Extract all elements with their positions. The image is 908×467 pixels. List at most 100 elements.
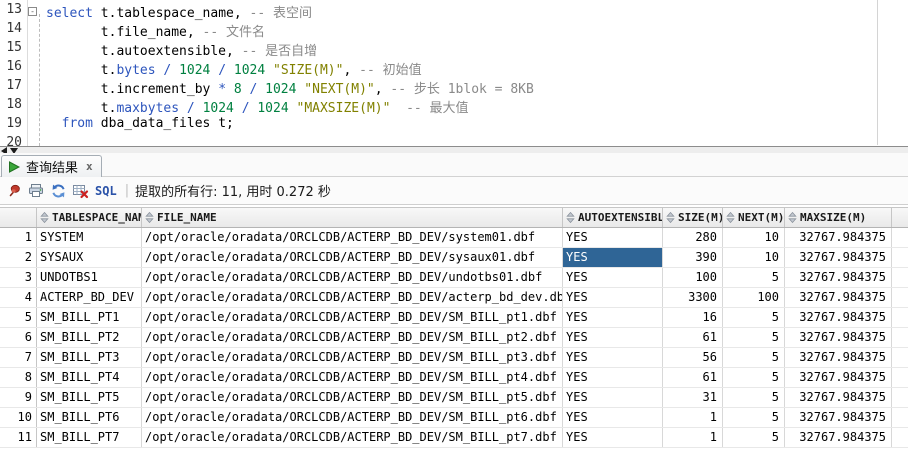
grid-cell[interactable]: 5 [723,368,785,387]
pin-icon[interactable] [3,181,25,201]
grid-cell[interactable]: 5 [723,388,785,407]
grid-cell[interactable]: 32767.984375 [785,428,892,447]
code-area[interactable]: select t.tablespace_name, -- 表空间 t.file_… [46,2,534,146]
grid-cell[interactable]: 100 [723,288,785,307]
grid-cell[interactable]: 32767.984375 [785,328,892,347]
grid-cell[interactable]: 5 [723,268,785,287]
grid-cell[interactable]: /opt/oracle/oradata/ORCLCDB/ACTERP_BD_DE… [142,368,563,387]
grid-cell[interactable]: SM_BILL_PT6 [37,408,142,427]
grid-cell[interactable]: YES [563,368,663,387]
table-row[interactable]: 7SM_BILL_PT3/opt/oracle/oradata/ORCLCDB/… [0,348,908,368]
grid-cell[interactable]: SM_BILL_PT1 [37,308,142,327]
grid-cell[interactable]: 1 [663,428,723,447]
table-row[interactable]: 10SM_BILL_PT6/opt/oracle/oradata/ORCLCDB… [0,408,908,428]
grid-cell[interactable]: 5 [723,408,785,427]
sql-editor[interactable]: 1314151617181920 select t.tablespace_nam… [0,0,908,146]
grid-cell[interactable]: /opt/oracle/oradata/ORCLCDB/ACTERP_BD_DE… [142,388,563,407]
column-header-maxsize-m-[interactable]: MAXSIZE(M) [785,208,892,227]
grid-cell[interactable]: /opt/oracle/oradata/ORCLCDB/ACTERP_BD_DE… [142,328,563,347]
grid-cell[interactable]: 31 [663,388,723,407]
grid-cell[interactable]: YES [563,408,663,427]
grid-cell[interactable]: 1 [663,408,723,427]
grid-cell[interactable]: 32767.984375 [785,288,892,307]
grid-cell[interactable]: /opt/oracle/oradata/ORCLCDB/ACTERP_BD_DE… [142,428,563,447]
printer-icon[interactable] [25,181,47,201]
table-row[interactable]: 9SM_BILL_PT5/opt/oracle/oradata/ORCLCDB/… [0,388,908,408]
grid-cell[interactable]: 32767.984375 [785,308,892,327]
table-row[interactable]: 2SYSAUX/opt/oracle/oradata/ORCLCDB/ACTER… [0,248,908,268]
grid-cell[interactable]: 5 [723,308,785,327]
grid-cell[interactable]: YES [563,428,663,447]
grid-cell[interactable]: 5 [723,328,785,347]
sql-worksheet-button[interactable]: SQL [91,184,123,198]
pane-splitter[interactable] [0,146,908,153]
grid-cell[interactable]: YES [563,308,663,327]
grid-cell[interactable]: YES [563,348,663,367]
grid-cell[interactable]: 32767.984375 [785,248,892,267]
grid-cell[interactable]: SYSAUX [37,248,142,267]
table-row[interactable]: 3UNDOTBS1/opt/oracle/oradata/ORCLCDB/ACT… [0,268,908,288]
grid-cell[interactable]: 10 [723,248,785,267]
grid-cell[interactable]: YES [563,268,663,287]
table-row[interactable]: 1SYSTEM/opt/oracle/oradata/ORCLCDB/ACTER… [0,228,908,248]
grid-cell[interactable]: ACTERP_BD_DEV [37,288,142,307]
grid-cell[interactable]: 32767.984375 [785,388,892,407]
grid-cell[interactable]: 56 [663,348,723,367]
grid-cell[interactable]: YES [563,388,663,407]
tab-close-icon[interactable]: x [84,160,93,173]
grid-cell[interactable]: YES [563,228,663,247]
grid-cell[interactable]: 16 [663,308,723,327]
grid-cell[interactable]: /opt/oracle/oradata/ORCLCDB/ACTERP_BD_DE… [142,408,563,427]
grid-cell[interactable]: 32767.984375 [785,268,892,287]
grid-cell[interactable]: 5 [723,348,785,367]
grid-cell[interactable]: 61 [663,328,723,347]
code-token-pl [265,63,273,78]
grid-cell[interactable]: 10 [723,228,785,247]
column-header-autoextensible[interactable]: AUTOEXTENSIBLE [563,208,663,227]
column-header-size-m-[interactable]: SIZE(M) [663,208,723,227]
grid-cell[interactable]: SM_BILL_PT5 [37,388,142,407]
grid-cell[interactable]: 32767.984375 [785,408,892,427]
grid-cell[interactable]: 5 [723,428,785,447]
column-header-file-name[interactable]: FILE_NAME [142,208,563,227]
grid-cell[interactable]: 3300 [663,288,723,307]
grid-cell[interactable]: /opt/oracle/oradata/ORCLCDB/ACTERP_BD_DE… [142,308,563,327]
code-fold-icon[interactable]: - [28,7,37,16]
grid-cell[interactable]: 280 [663,228,723,247]
grid-cell[interactable]: UNDOTBS1 [37,268,142,287]
toolbar-separator: | [123,183,135,198]
grid-cell[interactable]: 32767.984375 [785,348,892,367]
grid-cell[interactable]: SM_BILL_PT4 [37,368,142,387]
table-row[interactable]: 11SM_BILL_PT7/opt/oracle/oradata/ORCLCDB… [0,428,908,448]
refresh-icon[interactable] [47,181,69,201]
table-row[interactable]: 8SM_BILL_PT4/opt/oracle/oradata/ORCLCDB/… [0,368,908,388]
grid-cell[interactable]: 32767.984375 [785,368,892,387]
grid-cell[interactable]: SYSTEM [37,228,142,247]
grid-cell[interactable]: YES [563,248,663,267]
code-line: t.file_name, -- 文件名 [46,21,534,40]
row-number-cell: 9 [0,388,37,407]
grid-cell[interactable]: 61 [663,368,723,387]
table-row[interactable]: 4ACTERP_BD_DEV/opt/oracle/oradata/ORCLCD… [0,288,908,308]
grid-cell[interactable]: /opt/oracle/oradata/ORCLCDB/ACTERP_BD_DE… [142,268,563,287]
table-row[interactable]: 5SM_BILL_PT1/opt/oracle/oradata/ORCLCDB/… [0,308,908,328]
column-header-tablespace-name[interactable]: TABLESPACE_NAME [37,208,142,227]
grid-cell[interactable]: SM_BILL_PT2 [37,328,142,347]
grid-cell[interactable]: 32767.984375 [785,228,892,247]
grid-cell[interactable]: /opt/oracle/oradata/ORCLCDB/ACTERP_BD_DE… [142,348,563,367]
grid-cell[interactable]: SM_BILL_PT3 [37,348,142,367]
grid-cell[interactable]: 390 [663,248,723,267]
tab-query-result[interactable]: 查询结果 x [1,155,102,177]
grid-cell[interactable]: 100 [663,268,723,287]
grid-cell[interactable]: YES [563,328,663,347]
row-number-cell: 5 [0,308,37,327]
grid-cell[interactable]: YES [563,288,663,307]
grid-cell[interactable]: /opt/oracle/oradata/ORCLCDB/ACTERP_BD_DE… [142,228,563,247]
grid-cell[interactable]: /opt/oracle/oradata/ORCLCDB/ACTERP_BD_DE… [142,288,563,307]
grid-cell[interactable]: SM_BILL_PT7 [37,428,142,447]
column-header-next-m-[interactable]: NEXT(M) [723,208,785,227]
clear-grid-icon[interactable] [69,181,91,201]
table-row[interactable]: 6SM_BILL_PT2/opt/oracle/oradata/ORCLCDB/… [0,328,908,348]
grid-cell[interactable]: /opt/oracle/oradata/ORCLCDB/ACTERP_BD_DE… [142,248,563,267]
code-token-op: * [218,82,226,97]
